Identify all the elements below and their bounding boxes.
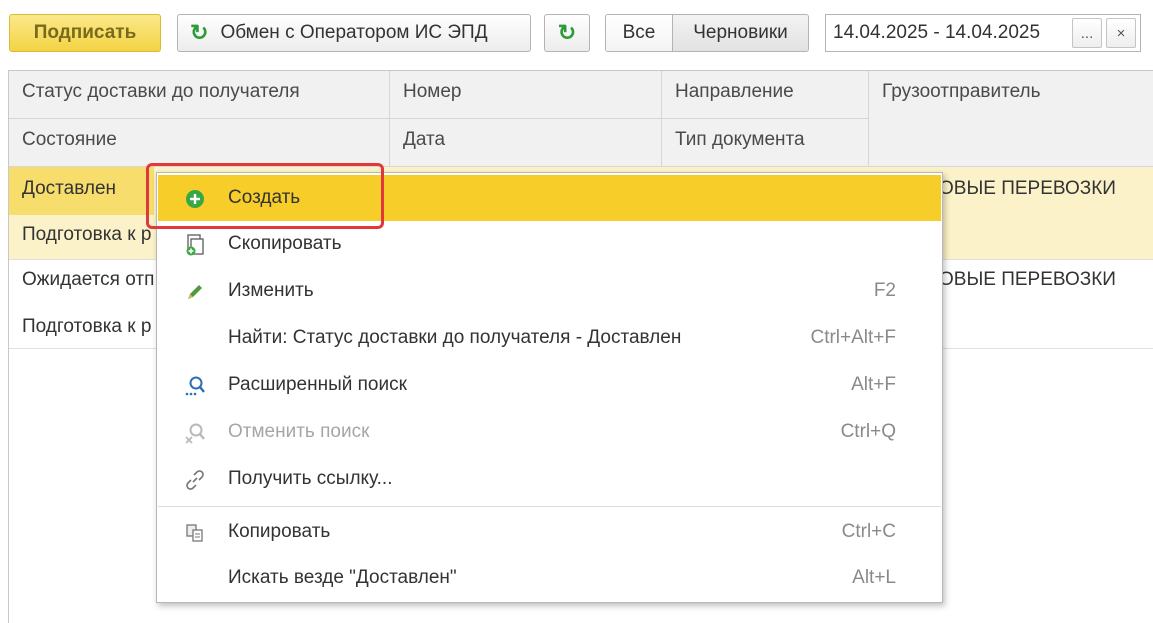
period-clear-button[interactable]: × bbox=[1106, 18, 1136, 48]
pencil-icon bbox=[184, 281, 206, 303]
menu-item-search-everywhere[interactable]: Искать везде "Доставлен" Alt+L bbox=[158, 555, 941, 601]
menu-item-copy[interactable]: Копировать Ctrl+C bbox=[158, 509, 941, 555]
header-number[interactable]: Номер bbox=[390, 71, 662, 119]
annotation-highlight-box bbox=[146, 163, 384, 229]
context-menu: Создать Скопировать Изменить F2 Найти: С… bbox=[156, 172, 943, 603]
header-state[interactable]: Состояние bbox=[9, 119, 390, 167]
refresh-icon: ↻ bbox=[190, 20, 209, 45]
period-value[interactable]: 14.04.2025 - 14.04.2025 bbox=[826, 22, 1072, 44]
menu-item-cancel-search[interactable]: Отменить поиск Ctrl+Q bbox=[158, 409, 941, 455]
menu-item-advanced-search[interactable]: Расширенный поиск Alt+F bbox=[158, 362, 941, 408]
search-icon bbox=[184, 375, 206, 397]
menu-item-label: Изменить bbox=[228, 280, 314, 301]
refresh-button[interactable]: ↻ bbox=[544, 14, 590, 52]
menu-item-label: Получить ссылку... bbox=[228, 468, 393, 489]
menu-item-label: Искать везде "Доставлен" bbox=[228, 567, 457, 588]
row-status: Доставлен bbox=[22, 178, 117, 199]
menu-item-find-value[interactable]: Найти: Статус доставки до получателя - Д… bbox=[158, 315, 941, 361]
period-field[interactable]: 14.04.2025 - 14.04.2025 ... × bbox=[825, 14, 1141, 52]
clipboard-icon bbox=[184, 522, 206, 544]
sign-button[interactable]: Подписать bbox=[9, 14, 161, 52]
menu-item-get-link[interactable]: Получить ссылку... bbox=[158, 456, 941, 502]
menu-item-shortcut: Ctrl+Q bbox=[840, 421, 896, 442]
menu-item-label: Найти: Статус доставки до получателя - Д… bbox=[228, 327, 682, 348]
exchange-operator-label: Обмен с Оператором ИС ЭПД bbox=[220, 22, 488, 43]
copy-doc-icon bbox=[184, 234, 206, 256]
header-doc-type[interactable]: Тип документа bbox=[662, 119, 869, 167]
header-delivery-status[interactable]: Статус доставки до получателя bbox=[9, 71, 390, 119]
menu-item-label: Скопировать bbox=[228, 233, 342, 254]
menu-item-shortcut: Ctrl+C bbox=[841, 521, 896, 542]
menu-separator bbox=[158, 506, 941, 507]
menu-item-edit[interactable]: Изменить F2 bbox=[158, 268, 941, 314]
menu-item-shortcut: Ctrl+Alt+F bbox=[810, 327, 896, 348]
row-state: Подготовка к р bbox=[22, 316, 152, 337]
filter-drafts-button[interactable]: Черновики bbox=[673, 15, 808, 51]
menu-item-shortcut: F2 bbox=[873, 280, 896, 301]
menu-item-label: Отменить поиск bbox=[228, 421, 370, 442]
menu-item-shortcut: Alt+F bbox=[851, 374, 896, 395]
row-state: Подготовка к р bbox=[22, 224, 152, 245]
period-select-button[interactable]: ... bbox=[1072, 18, 1102, 48]
cancel-search-icon bbox=[184, 422, 206, 444]
link-icon bbox=[184, 469, 206, 491]
menu-item-shortcut: Alt+L bbox=[852, 567, 896, 588]
filter-toggle: Все Черновики bbox=[605, 14, 809, 52]
exchange-operator-button[interactable]: ↻ Обмен с Оператором ИС ЭПД bbox=[177, 14, 531, 52]
row-shipper: ОВЫЕ ПЕРЕВОЗКИ bbox=[939, 269, 1116, 290]
row-status: Ожидается отп bbox=[22, 269, 155, 290]
menu-item-label: Копировать bbox=[228, 521, 331, 542]
filter-all-button[interactable]: Все bbox=[606, 15, 673, 51]
row-shipper: ОВЫЕ ПЕРЕВОЗКИ bbox=[939, 178, 1116, 199]
header-date[interactable]: Дата bbox=[390, 119, 662, 167]
header-shipper[interactable]: Грузоотправитель bbox=[869, 71, 1153, 167]
menu-item-label: Расширенный поиск bbox=[228, 374, 407, 395]
header-direction[interactable]: Направление bbox=[662, 71, 869, 119]
refresh-icon: ↻ bbox=[557, 20, 577, 45]
